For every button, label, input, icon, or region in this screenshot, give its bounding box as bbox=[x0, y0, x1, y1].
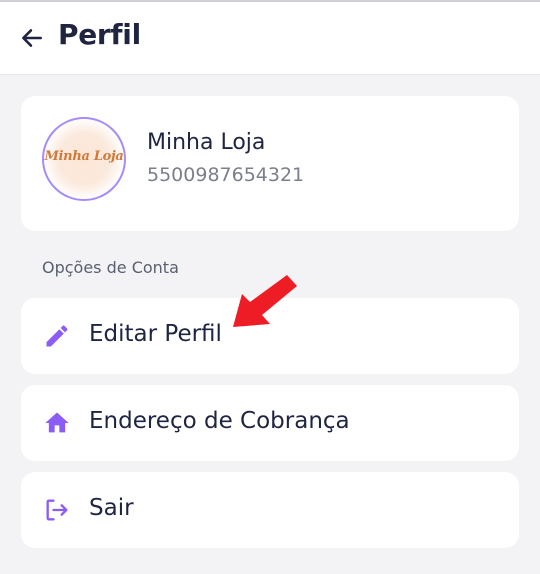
arrow-left-icon bbox=[22, 29, 42, 47]
annotation-arrow-icon bbox=[233, 275, 297, 327]
section-label-account-options: Opções de Conta bbox=[42, 258, 179, 277]
profile-phone: 5500987654321 bbox=[147, 164, 305, 186]
avatar: Minha Loja bbox=[42, 117, 126, 201]
profile-card: Minha Loja Minha Loja 5500987654321 bbox=[21, 96, 519, 231]
billing-address-label: Endereço de Cobrança bbox=[89, 408, 350, 434]
pencil-icon bbox=[46, 325, 68, 347]
logout-option[interactable]: Sair bbox=[21, 472, 519, 548]
logout-icon bbox=[46, 499, 68, 521]
home-icon bbox=[45, 412, 69, 433]
billing-address-option[interactable]: Endereço de Cobrança bbox=[21, 385, 519, 461]
avatar-logo-text: Minha Loja bbox=[44, 149, 124, 164]
app-header: Perfil bbox=[0, 2, 540, 75]
page-title: Perfil bbox=[58, 18, 141, 51]
profile-name: Minha Loja bbox=[147, 130, 266, 155]
logout-label: Sair bbox=[89, 495, 134, 521]
back-button[interactable] bbox=[16, 22, 48, 54]
edit-profile-label: Editar Perfil bbox=[89, 321, 222, 347]
